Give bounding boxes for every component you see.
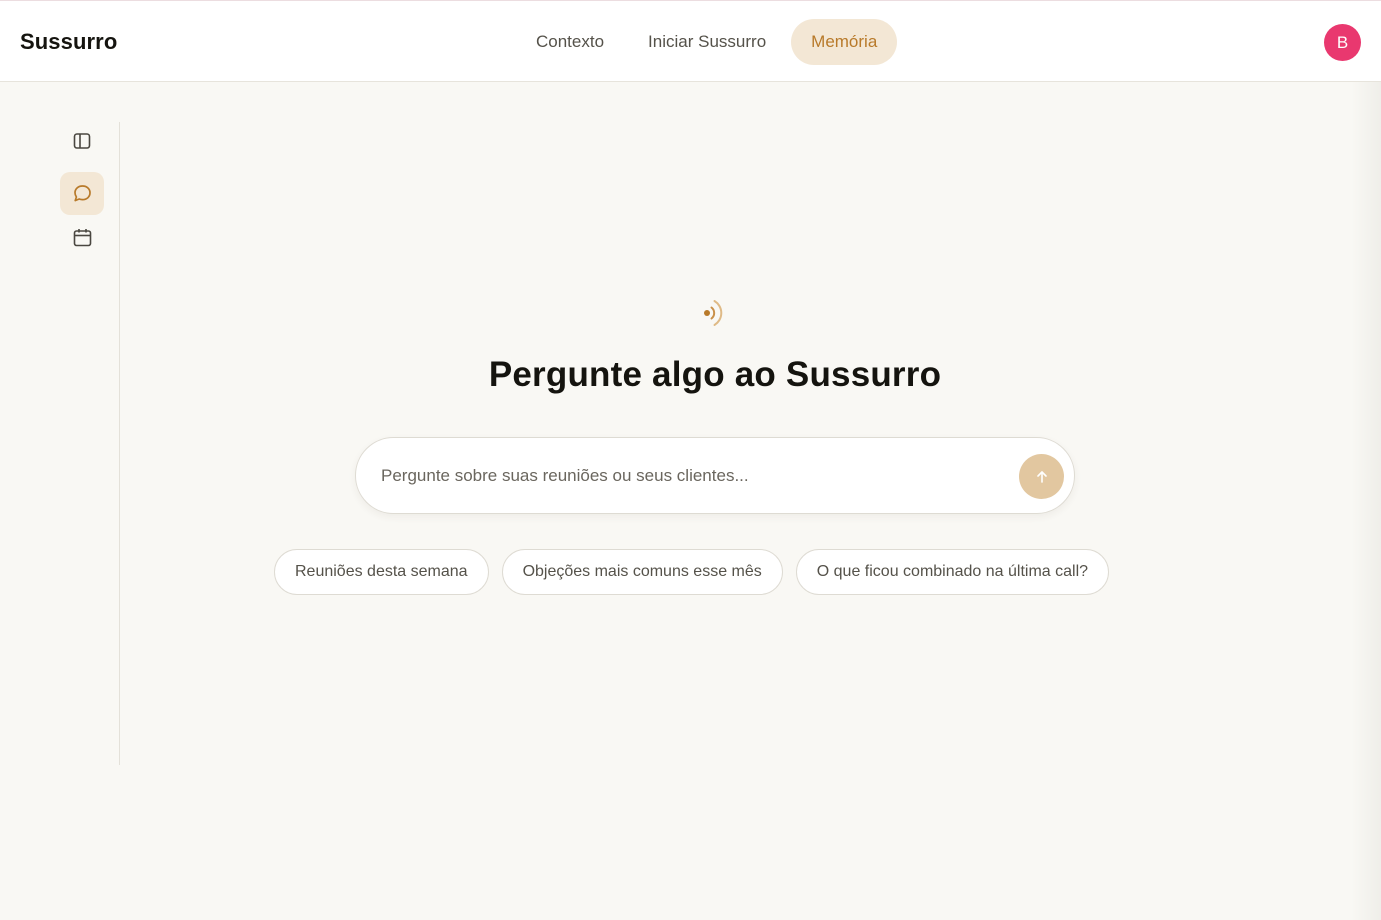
- nav-item-contexto[interactable]: Contexto: [514, 19, 626, 65]
- sidebar-item-chat[interactable]: [60, 172, 104, 215]
- suggestion-chip-reunioes[interactable]: Reuniões desta semana: [274, 549, 489, 595]
- suggestion-chip-objecoes[interactable]: Objeções mais comuns esse mês: [501, 549, 783, 595]
- arrow-up-icon: [1036, 470, 1047, 483]
- sound-wave-icon: [704, 300, 723, 326]
- send-button[interactable]: [1019, 454, 1064, 499]
- suggestion-list: Reuniões desta semana Objeções mais comu…: [274, 549, 1110, 595]
- main-nav: Contexto Iniciar Sussurro Memória: [514, 19, 898, 65]
- sidebar-toggle-button[interactable]: [60, 119, 104, 162]
- suggestion-chip-ultima-call[interactable]: O que ficou combinado na última call?: [795, 549, 1110, 595]
- chat-composer: [355, 437, 1075, 514]
- sidebar: [0, 82, 120, 766]
- user-avatar[interactable]: B: [1324, 24, 1361, 61]
- calendar-icon: [73, 229, 91, 247]
- question-input[interactable]: [381, 456, 1011, 496]
- page-title: Pergunte algo ao Sussurro: [488, 355, 942, 394]
- sidebar-divider: [119, 122, 120, 765]
- sidebar-toggle-icon: [73, 132, 91, 149]
- nav-item-memoria[interactable]: Memória: [791, 19, 898, 65]
- sidebar-item-calendar[interactable]: [60, 216, 104, 259]
- chat-bubble-icon: [73, 185, 91, 202]
- top-bar: Sussurro Contexto Iniciar Sussurro Memór…: [0, 0, 1381, 82]
- nav-item-iniciar-sussurro[interactable]: Iniciar Sussurro: [626, 19, 788, 65]
- right-edge-shadow: [1351, 82, 1381, 920]
- brand-logo[interactable]: Sussurro: [20, 29, 117, 55]
